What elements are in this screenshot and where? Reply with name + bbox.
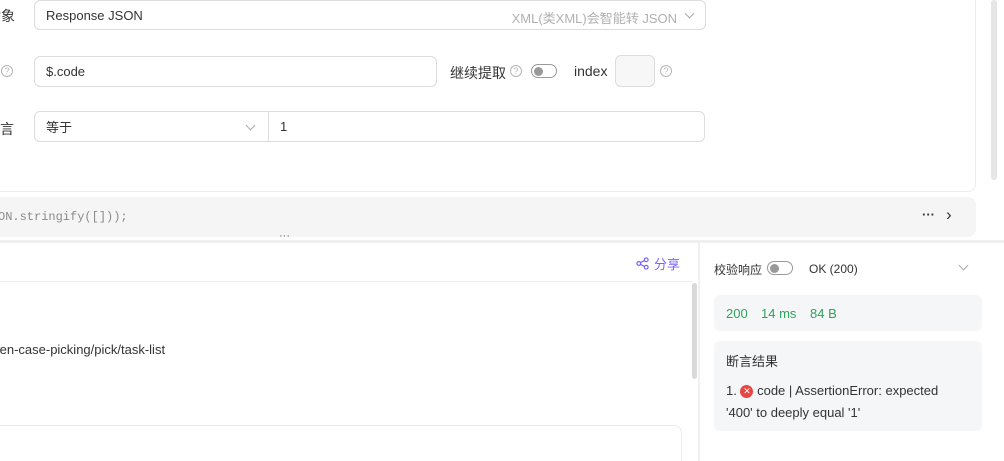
more-icon[interactable]: ··· xyxy=(922,207,935,222)
horizontal-splitter[interactable] xyxy=(0,240,1004,243)
status-code: 200 xyxy=(726,306,748,321)
response-status: OK (200) xyxy=(809,262,858,276)
chevron-right-icon[interactable]: › xyxy=(946,205,952,225)
share-label: 分享 xyxy=(654,257,681,272)
scrollbar[interactable] xyxy=(692,283,697,379)
share-icon xyxy=(636,257,649,270)
assertion-result-title: 断言结果 xyxy=(726,354,779,369)
request-header-divider xyxy=(0,281,692,282)
vertical-splitter[interactable] xyxy=(698,243,700,461)
continue-extract-toggle[interactable] xyxy=(531,64,557,78)
assertion-result-item: 1. ✕ code | AssertionError: expected xyxy=(726,383,938,398)
response-size: 84 B xyxy=(810,306,837,321)
error-icon: ✕ xyxy=(740,385,754,398)
assert-value-input[interactable]: 1 xyxy=(268,111,705,142)
chevron-down-icon xyxy=(684,8,695,19)
assertion-result-card: 断言结果 1. ✕ code | AssertionError: expecte… xyxy=(714,341,982,431)
response-meta-card: 200 14 ms 84 B xyxy=(714,295,982,331)
assertion-error-line2: '400' to deeply equal '1' xyxy=(726,405,861,420)
response-time: 14 ms xyxy=(761,306,797,321)
share-button[interactable]: 分享 xyxy=(636,254,680,273)
index-input[interactable] xyxy=(615,55,655,87)
expression-input[interactable]: $.code xyxy=(34,56,437,87)
assert-value: 1 xyxy=(280,119,288,134)
help-icon[interactable]: ? xyxy=(510,65,522,77)
assert-operator-select[interactable]: 等于 xyxy=(34,111,269,142)
index-label: index xyxy=(574,63,608,79)
script-code: ON.stringify([])); xyxy=(0,210,128,224)
expression-value: $.code xyxy=(46,64,86,79)
assertion-index: 1. xyxy=(726,383,737,398)
resize-handle-icon[interactable]: ··· xyxy=(279,230,290,242)
request-path: ten-case-picking/pick/task-list xyxy=(0,342,166,357)
request-body-panel xyxy=(0,425,682,461)
target-value: Response JSON xyxy=(46,7,143,23)
validate-response-label: 校验响应 xyxy=(714,263,763,277)
help-icon[interactable]: ? xyxy=(1,65,13,77)
scrollbar[interactable] xyxy=(991,0,997,180)
target-label: 对象 xyxy=(0,8,15,24)
help-icon[interactable]: ? xyxy=(660,65,672,77)
chevron-down-icon[interactable] xyxy=(958,260,969,271)
assert-operator-value: 等于 xyxy=(46,120,73,135)
chevron-down-icon xyxy=(245,120,256,131)
target-hint: XML(类XML)会智能转 JSON xyxy=(511,11,677,26)
assertion-error-line1: code | AssertionError: expected xyxy=(757,383,939,398)
validate-response-toggle[interactable] xyxy=(767,261,793,275)
assert-label: 断言 xyxy=(0,121,14,137)
target-select[interactable]: Response JSON XML(类XML)会智能转 JSON xyxy=(34,0,706,30)
post-script-bar[interactable] xyxy=(0,197,976,237)
continue-extract-label: 继续提取 xyxy=(450,65,506,81)
